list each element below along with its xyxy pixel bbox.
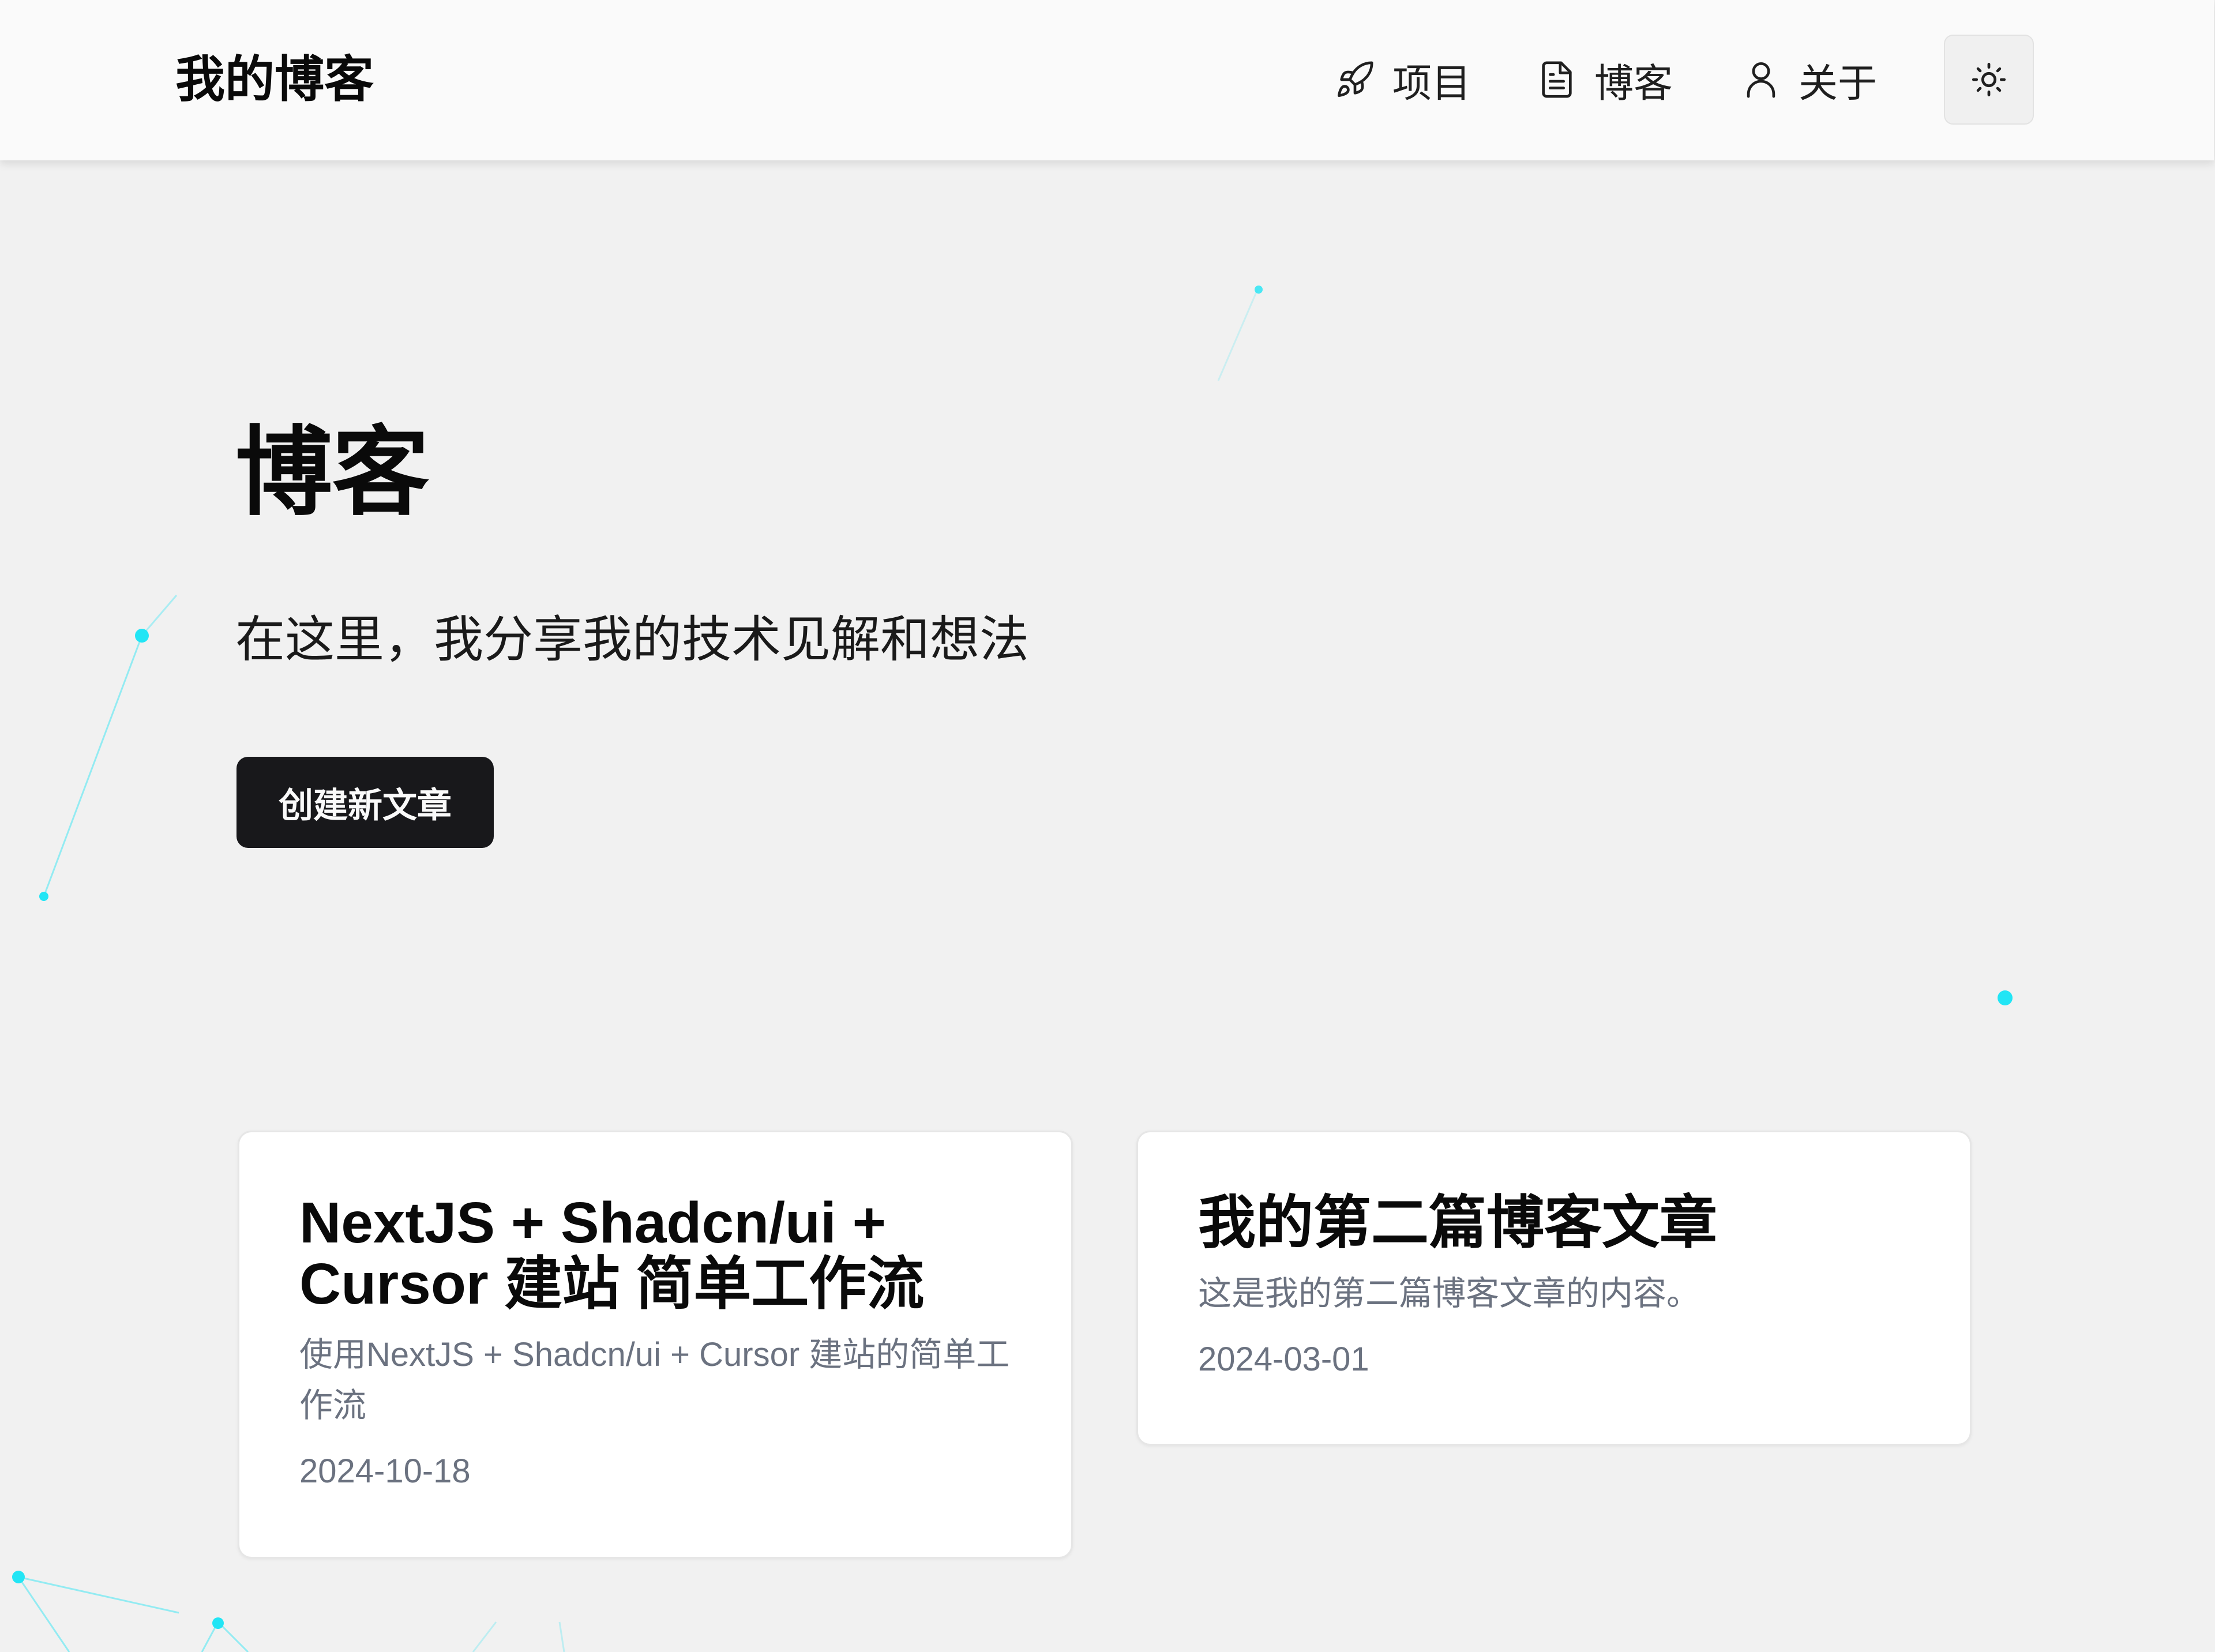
post-title: 我的第二篇博客文章 [1198,1191,1717,1255]
page-subtitle: 在这里，我分享我的技术见解和想法 [235,611,1029,669]
theme-toggle-button[interactable] [1944,35,2034,125]
post-excerpt: 使用NextJS + Shadcn/ui + Cursor 建站的简单工作流 [299,1336,1010,1424]
post-date: 2024-03-01 [1198,1341,1369,1378]
page-title: 博客 [235,416,429,529]
main-content: 博客 在这里，我分享我的技术见解和想法 创建新文章 NextJS + Shadc… [0,160,2215,1652]
post-card[interactable]: 我的第二篇博客文章 这是我的第二篇博客文章的内容。 2024-03-01 [1136,1131,1972,1446]
user-icon [1747,62,1775,98]
rocket-icon [1337,61,1373,97]
post-date: 2024-10-18 [299,1452,471,1490]
nav-item-projects[interactable]: 项目 [1335,52,1471,107]
site-brand[interactable]: 我的博客 [175,51,374,108]
nav-label-blog: 博客 [1594,61,1673,107]
post-card[interactable]: NextJS + Shadcn/ui + Cursor 建站 简单工作流 使用N… [238,1131,1073,1559]
nav-label-projects: 项目 [1392,61,1471,107]
post-title: NextJS + Shadcn/ui + Cursor 建站 简单工作流 [299,1191,925,1316]
create-post-button[interactable]: 创建新文章 [236,757,494,848]
nav-item-about[interactable]: 关于 [1741,52,1877,107]
document-icon [1542,61,1572,98]
sun-icon [1972,62,2006,97]
nav-label-about: 关于 [1799,61,1878,107]
nav-item-blog[interactable]: 博客 [1537,52,1673,107]
post-excerpt: 这是我的第二篇博客文章的内容。 [1198,1275,1700,1312]
site-header: 我的博客 项目 博客 关于 [0,0,2214,160]
